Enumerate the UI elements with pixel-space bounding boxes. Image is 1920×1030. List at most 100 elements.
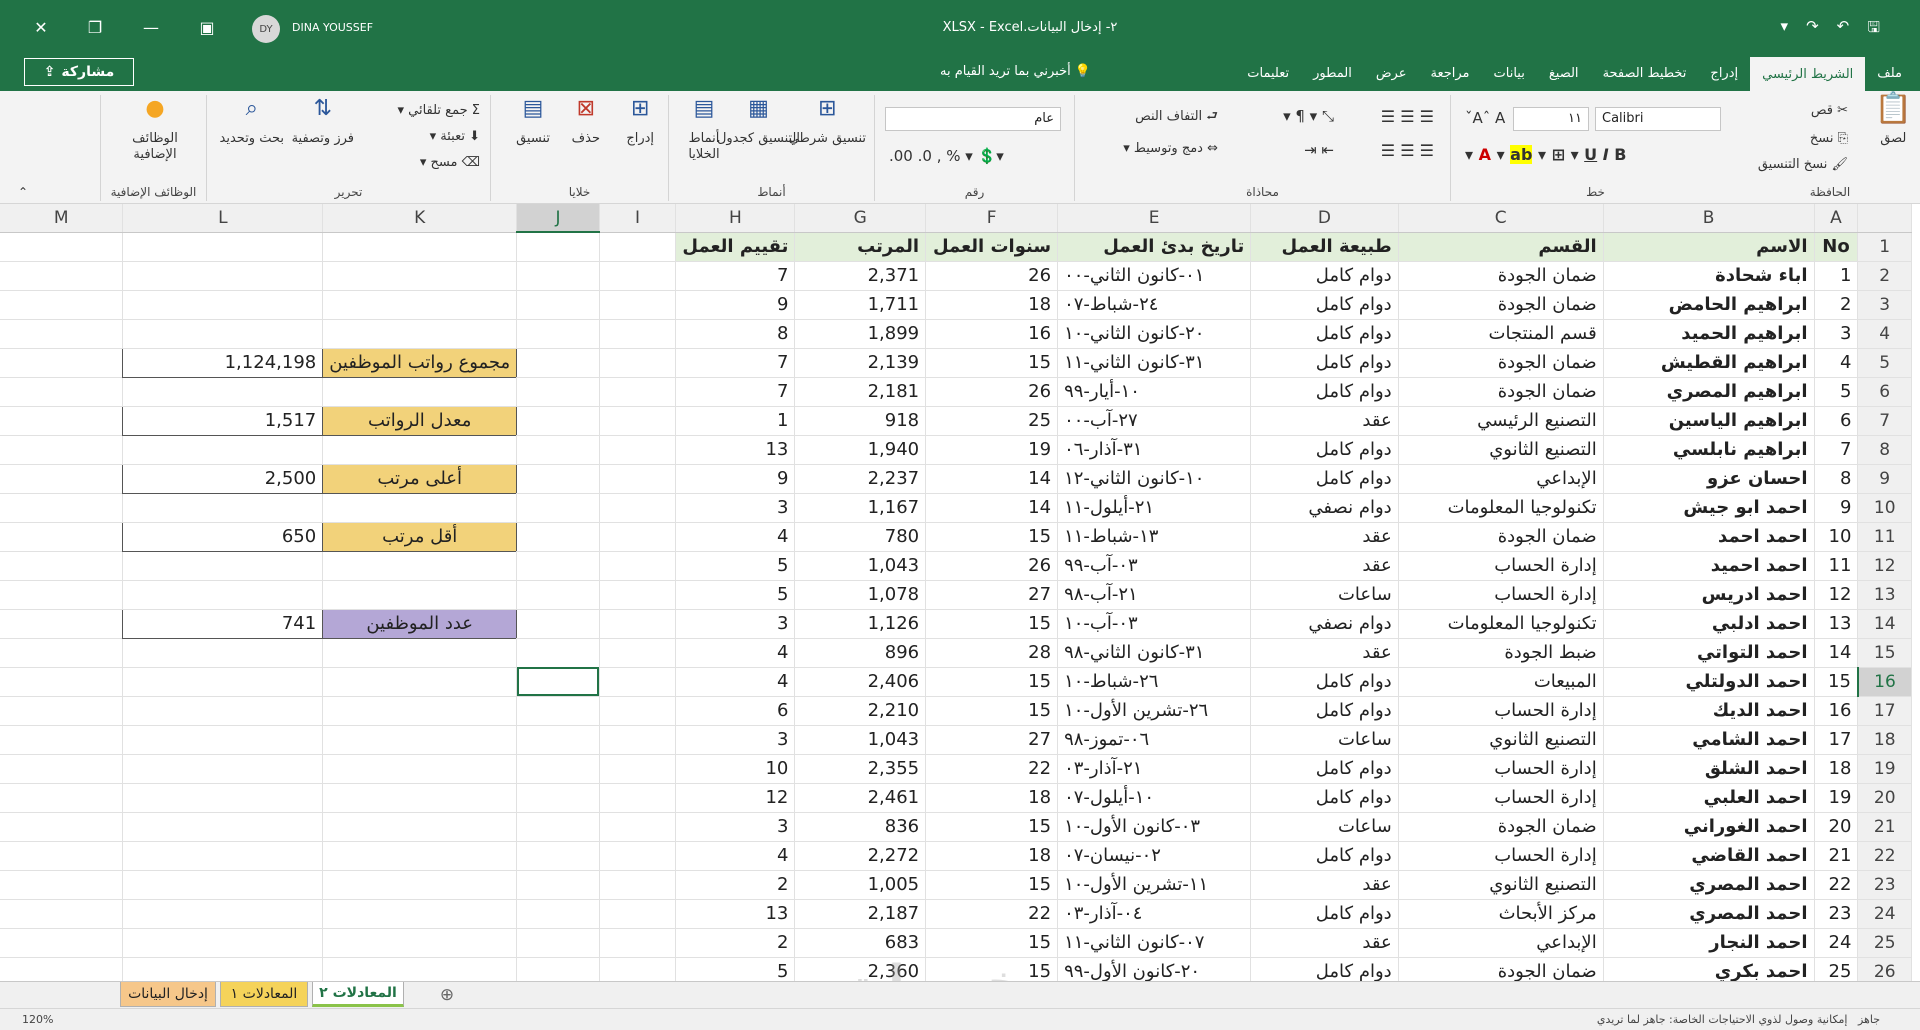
cell-name[interactable]: اباء شحادة	[1603, 261, 1815, 291]
cell-start-date[interactable]: ٠٣-كانون الأول-١٠	[1057, 812, 1252, 842]
cell-salary[interactable]: 1,899	[794, 319, 927, 349]
cell[interactable]	[0, 609, 124, 639]
cell-salary[interactable]: 683	[794, 928, 927, 958]
cell-no[interactable]: 17	[1814, 725, 1859, 755]
cell-name[interactable]: ابراهيم الحامض	[1603, 290, 1815, 320]
tab-page-layout[interactable]: تخطيط الصفحة	[1591, 55, 1699, 91]
cell[interactable]	[516, 232, 600, 262]
find-select-button[interactable]: ⌕ بحث وتحديد	[220, 98, 284, 147]
cell-start-date[interactable]: ٢٠-كانون الثاني-١٠	[1057, 319, 1252, 349]
cell-start-date[interactable]: ٠٧-كانون الثاني-١١	[1057, 928, 1252, 958]
cell-salary[interactable]: 2,237	[794, 464, 927, 494]
cell[interactable]	[322, 232, 518, 262]
cell-rating[interactable]: 4	[675, 522, 796, 552]
cell[interactable]	[322, 696, 518, 726]
cell-dept[interactable]: إدارة الحساب	[1398, 580, 1604, 610]
cell-start-date[interactable]: ١٣-شباط-١١	[1057, 522, 1252, 552]
cell-rating[interactable]: 2	[675, 870, 796, 900]
cell-rating[interactable]: 9	[675, 464, 796, 494]
cell[interactable]	[0, 870, 124, 900]
cell-type[interactable]: دوام كامل	[1250, 899, 1399, 929]
cell[interactable]	[599, 667, 677, 697]
cell[interactable]	[516, 812, 600, 842]
cell-type[interactable]: دوام كامل	[1250, 783, 1399, 813]
cell-salary[interactable]: 918	[794, 406, 927, 436]
cell-rating[interactable]: 1	[675, 406, 796, 436]
cell-no[interactable]: 10	[1814, 522, 1859, 552]
column-header-e[interactable]: E	[1057, 204, 1252, 233]
cell-dept[interactable]: المبيعات	[1398, 667, 1604, 697]
cell[interactable]	[0, 783, 124, 813]
cell-dept[interactable]: ضمان الجودة	[1398, 957, 1604, 981]
cell-rating[interactable]: 6	[675, 696, 796, 726]
cell[interactable]	[599, 638, 677, 668]
number-format-buttons[interactable]: .00 .0 , % ▾ 💲▾	[889, 147, 1004, 165]
column-header-b[interactable]: B	[1603, 204, 1815, 233]
cell-start-date[interactable]: ٢٠-كانون الأول-٩٩	[1057, 957, 1252, 981]
tab-formulas[interactable]: الصيغ	[1537, 55, 1591, 91]
row-header[interactable]: 12	[1857, 551, 1912, 581]
cell[interactable]	[122, 870, 324, 900]
cell-dept[interactable]: مركز الأبحاث	[1398, 899, 1604, 929]
cell[interactable]	[0, 725, 124, 755]
row-header[interactable]: 22	[1857, 841, 1912, 871]
cell[interactable]	[599, 261, 677, 291]
column-header-i[interactable]: I	[599, 204, 677, 233]
cell[interactable]	[0, 551, 124, 581]
column-header-a[interactable]: A	[1814, 204, 1859, 233]
cell[interactable]	[322, 377, 518, 407]
cell-type[interactable]: ساعات	[1250, 812, 1399, 842]
cell-start-date[interactable]: ٣١-كانون الثاني-٩٨	[1057, 638, 1252, 668]
cell-rating[interactable]: 3	[675, 725, 796, 755]
cell-name[interactable]: ابراهيم المصري	[1603, 377, 1815, 407]
cell-dept[interactable]: التصنيع الثانوي	[1398, 870, 1604, 900]
cell-salary[interactable]: 2,181	[794, 377, 927, 407]
cell[interactable]	[516, 783, 600, 813]
cell-rating[interactable]: 9	[675, 290, 796, 320]
cell-name[interactable]: احمد احميد	[1603, 551, 1815, 581]
cell[interactable]	[0, 377, 124, 407]
cell-dept[interactable]: تكنولوجيا المعلومات	[1398, 493, 1604, 523]
column-header-c[interactable]: C	[1398, 204, 1604, 233]
cell[interactable]	[322, 783, 518, 813]
cell-no[interactable]: 5	[1814, 377, 1859, 407]
cell[interactable]	[0, 841, 124, 871]
cell-dept[interactable]: الإبداعي	[1398, 464, 1604, 494]
row-header[interactable]: 2	[1857, 261, 1912, 291]
cell-type[interactable]: دوام كامل	[1250, 841, 1399, 871]
cell[interactable]	[516, 580, 600, 610]
cell-rating[interactable]: 8	[675, 319, 796, 349]
cell-start-date[interactable]: ٢١-أيلول-١١	[1057, 493, 1252, 523]
cell-no[interactable]: 24	[1814, 928, 1859, 958]
merge-center-button[interactable]: ⇔ دمج وتوسيط ▾	[1123, 141, 1218, 156]
cell-years[interactable]: 18	[925, 783, 1059, 813]
cell-years[interactable]: 18	[925, 841, 1059, 871]
cell-dept[interactable]: ضمان الجودة	[1398, 812, 1604, 842]
cell[interactable]	[0, 696, 124, 726]
row-header[interactable]: 6	[1857, 377, 1912, 407]
cell[interactable]	[516, 696, 600, 726]
cell-dept[interactable]: التصنيع الثانوي	[1398, 725, 1604, 755]
cell[interactable]	[122, 899, 324, 929]
cell-type[interactable]: دوام نصفي	[1250, 609, 1399, 639]
cell[interactable]	[0, 435, 124, 465]
cell-type[interactable]: دوام كامل	[1250, 261, 1399, 291]
save-icon[interactable]: 🖫	[1867, 17, 1880, 42]
cell-salary[interactable]: 2,371	[794, 261, 927, 291]
row-header[interactable]: 1	[1857, 232, 1912, 262]
cell[interactable]	[0, 754, 124, 784]
cell[interactable]	[322, 667, 518, 697]
tab-home[interactable]: الشريط الرئيسي	[1750, 57, 1866, 91]
cell-no[interactable]: 18	[1814, 754, 1859, 784]
cell[interactable]	[599, 580, 677, 610]
cell[interactable]	[599, 348, 677, 378]
cell-type[interactable]: عقد	[1250, 551, 1399, 581]
sheet-tab-data-entry[interactable]: إدخال البيانات	[120, 982, 216, 1007]
undo-icon[interactable]: ↶	[1837, 17, 1850, 42]
sheet-tab-formulas-1[interactable]: المعادلات ١	[220, 982, 308, 1007]
cell[interactable]	[599, 696, 677, 726]
cell[interactable]	[516, 870, 600, 900]
cell[interactable]	[322, 638, 518, 668]
cell-years[interactable]: 16	[925, 319, 1059, 349]
cell-salary[interactable]: 1,043	[794, 551, 927, 581]
